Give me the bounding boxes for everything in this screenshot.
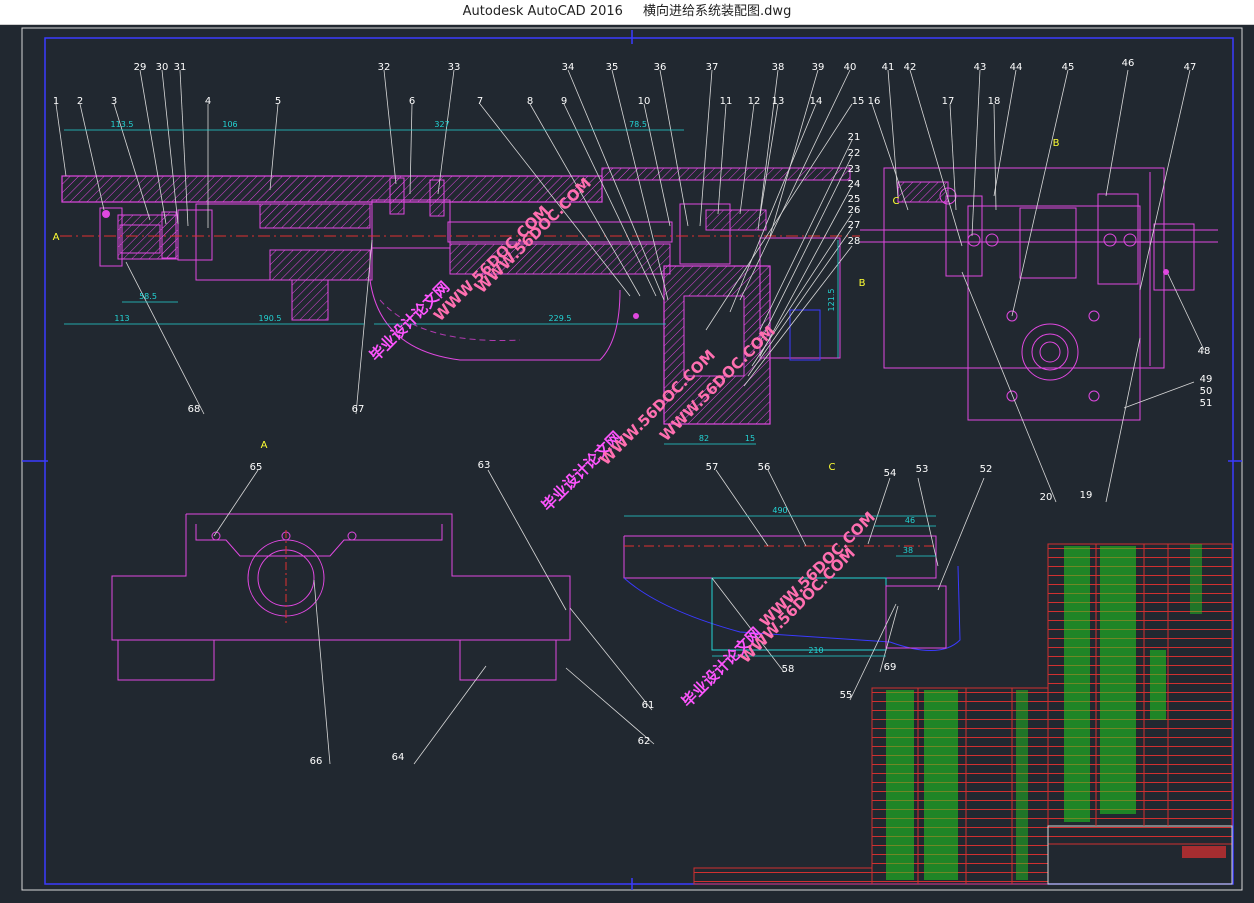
part-label-3: 3 — [111, 96, 117, 107]
part-label-62: 62 — [638, 736, 651, 747]
part-number-labels: 1 2 3 29 30 31 4 5 32 6 33 7 8 9 34 35 1… — [53, 58, 1213, 767]
dim-58-5: 58.5 — [139, 292, 157, 301]
part-label-53: 53 — [916, 464, 929, 475]
part-label-66: 66 — [310, 756, 323, 767]
cad-drawing: 1 2 3 29 30 31 4 5 32 6 33 7 8 9 34 35 1… — [21, 27, 1243, 891]
watermark-url-5: WWW.56DOC.COM — [736, 544, 859, 667]
dim-78-5: 78.5 — [629, 120, 647, 129]
part-label-58: 58 — [782, 664, 795, 675]
dim-229-5: 229.5 — [549, 314, 572, 323]
part-label-9: 9 — [561, 96, 567, 107]
part-label-1: 1 — [53, 96, 59, 107]
part-label-40: 40 — [844, 62, 857, 73]
part-label-19: 19 — [1080, 490, 1093, 501]
part-label-25: 25 — [848, 194, 861, 205]
part-label-37: 37 — [706, 62, 719, 73]
dim-106: 106 — [222, 120, 237, 129]
part-label-32: 32 — [378, 62, 391, 73]
part-label-52: 52 — [980, 464, 993, 475]
part-label-8: 8 — [527, 96, 533, 107]
part-label-5: 5 — [275, 96, 281, 107]
part-label-56: 56 — [758, 462, 771, 473]
part-label-15: 15 — [852, 96, 865, 107]
part-label-12: 12 — [748, 96, 761, 107]
part-label-2: 2 — [77, 96, 83, 107]
part-label-67: 67 — [352, 404, 365, 415]
part-label-35: 35 — [606, 62, 619, 73]
dim-327: 327 — [434, 120, 449, 129]
file-name: 横向进给系统装配图.dwg — [643, 4, 792, 19]
part-label-23: 23 — [848, 164, 861, 175]
dim-46: 46 — [905, 516, 915, 525]
dim-121-5: 121.5 — [827, 289, 836, 312]
part-label-26: 26 — [848, 205, 861, 216]
part-label-47: 47 — [1184, 62, 1197, 73]
dim-82: 82 — [699, 434, 709, 443]
part-label-6: 6 — [409, 96, 415, 107]
part-label-65: 65 — [250, 462, 263, 473]
dim-490: 490 — [772, 506, 787, 515]
part-label-22: 22 — [848, 148, 861, 159]
dim-15: 15 — [745, 434, 755, 443]
part-label-57: 57 — [706, 462, 719, 473]
part-label-64: 64 — [392, 752, 405, 763]
part-label-48: 48 — [1198, 346, 1211, 357]
view-b-right — [883, 167, 1195, 421]
part-label-13: 13 — [772, 96, 785, 107]
part-label-63: 63 — [478, 460, 491, 471]
dim-190-5: 190.5 — [259, 314, 282, 323]
part-label-27: 27 — [848, 220, 861, 231]
part-label-21: 21 — [848, 132, 861, 143]
dim-210: 210 — [808, 646, 823, 655]
section-c-view: C — [829, 462, 836, 473]
part-label-43: 43 — [974, 62, 987, 73]
app-title: Autodesk AutoCAD 2016 — [462, 4, 623, 19]
parts-list-table — [693, 543, 1233, 885]
section-a-left: A — [53, 232, 60, 243]
part-label-45: 45 — [1062, 62, 1075, 73]
part-label-50: 50 — [1200, 386, 1213, 397]
window-titlebar: Autodesk AutoCAD 2016 横向进给系统装配图.dwg — [0, 0, 1254, 25]
part-label-16: 16 — [868, 96, 881, 107]
part-label-31: 31 — [174, 62, 187, 73]
part-label-49: 49 — [1200, 374, 1213, 385]
dim-113-5: 113.5 — [111, 120, 134, 129]
part-label-17: 17 — [942, 96, 955, 107]
part-label-18: 18 — [988, 96, 1001, 107]
dim-113: 113 — [114, 314, 129, 323]
drawing-canvas[interactable]: 1 2 3 29 30 31 4 5 32 6 33 7 8 9 34 35 1… — [0, 24, 1254, 899]
part-label-46: 46 — [1122, 58, 1135, 69]
part-label-61: 61 — [642, 700, 655, 711]
section-c-mid: C — [893, 196, 900, 207]
part-label-33: 33 — [448, 62, 461, 73]
part-label-39: 39 — [812, 62, 825, 73]
part-label-41: 41 — [882, 62, 895, 73]
part-label-30: 30 — [156, 62, 169, 73]
part-label-14: 14 — [810, 96, 823, 107]
part-label-69: 69 — [884, 662, 897, 673]
part-label-4: 4 — [205, 96, 211, 107]
section-a-view: A — [261, 440, 268, 451]
part-label-44: 44 — [1010, 62, 1023, 73]
view-a — [111, 513, 571, 681]
part-label-54: 54 — [884, 468, 897, 479]
part-label-10: 10 — [638, 96, 651, 107]
watermark-url-6: WWW.56DOC.COM — [756, 508, 879, 631]
part-label-38: 38 — [772, 62, 785, 73]
part-label-42: 42 — [904, 62, 917, 73]
part-label-55: 55 — [840, 690, 853, 701]
part-label-29: 29 — [134, 62, 147, 73]
part-label-28: 28 — [848, 236, 861, 247]
section-b-mid: B — [859, 278, 866, 289]
part-label-24: 24 — [848, 179, 861, 190]
part-label-68: 68 — [188, 404, 201, 415]
part-label-36: 36 — [654, 62, 667, 73]
part-label-7: 7 — [477, 96, 483, 107]
dim-38: 38 — [903, 546, 913, 555]
part-label-34: 34 — [562, 62, 575, 73]
part-label-20: 20 — [1040, 492, 1053, 503]
part-label-51: 51 — [1200, 398, 1213, 409]
section-b-top: B — [1053, 138, 1060, 149]
part-label-11: 11 — [720, 96, 733, 107]
